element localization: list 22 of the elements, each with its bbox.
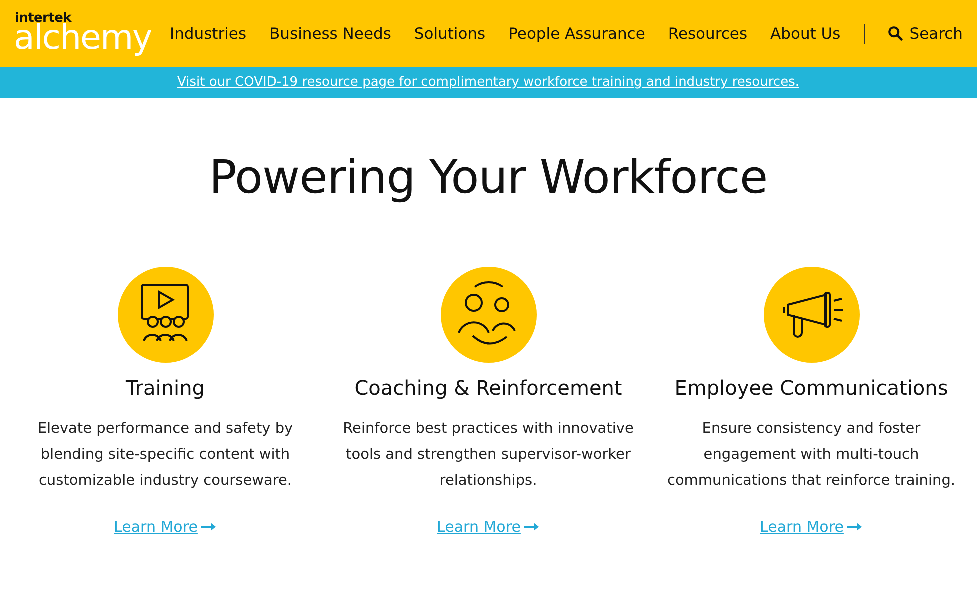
arrow-right-icon (524, 522, 540, 532)
two-people-icon (440, 267, 536, 363)
arrow-right-icon (846, 522, 863, 532)
nav-link[interactable]: Business Needs (270, 24, 392, 42)
page-heading: Powering Your Workforce (208, 150, 769, 204)
arrow-right-icon (200, 522, 217, 532)
nav-link[interactable]: About Us (770, 24, 841, 42)
nav-link[interactable]: Resources (668, 24, 748, 42)
logo-product-text: alchemy (14, 21, 152, 55)
card-title: Employee Communications (674, 376, 948, 400)
video-class-icon (118, 267, 214, 363)
card-description: Reinforce best practices with innovative tools and strengthen supervisor-worker relationships. (342, 420, 635, 491)
card-description: Ensure consistency and foster engagement with multi-touch communications that reinforce training. (666, 420, 957, 491)
search-link[interactable]: Search (888, 24, 963, 42)
card-title: Coaching & Reinforcement (354, 376, 622, 400)
card-description: Elevate performance and safety by blending site-specific content with customizable industry courseware. (36, 420, 294, 491)
search-icon (888, 26, 903, 41)
megaphone-icon (764, 267, 860, 363)
nav-link[interactable]: Industries (170, 24, 247, 42)
card-title: Training (126, 376, 205, 400)
nav-link[interactable]: Solutions (414, 24, 486, 42)
nav-link[interactable]: People Assurance (508, 24, 646, 42)
